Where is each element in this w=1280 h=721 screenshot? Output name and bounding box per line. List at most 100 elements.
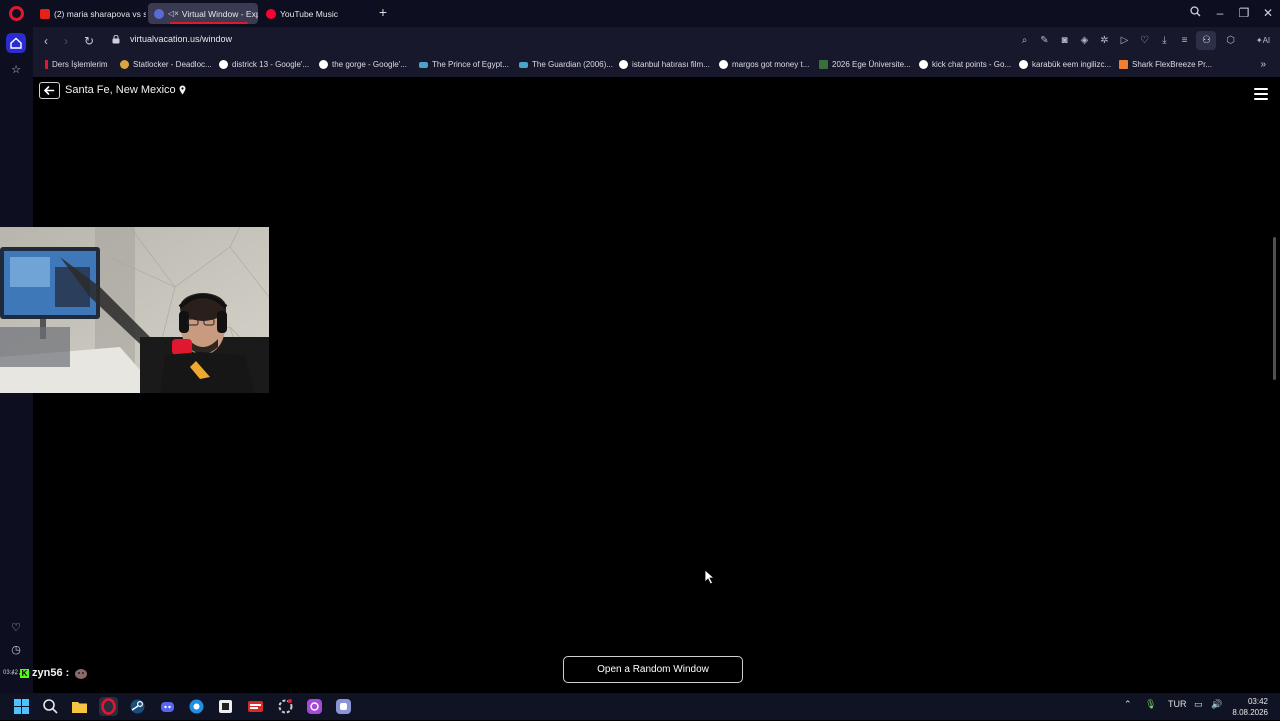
taskbar-search-icon[interactable] [41, 697, 60, 716]
chat-timestamp: 03:42 [3, 670, 19, 676]
reload-icon[interactable]: ↻ [80, 32, 98, 50]
google-favicon-icon [619, 60, 628, 69]
google-favicon-icon [719, 60, 728, 69]
system-clock[interactable]: 03:42 8.08.2026 [1232, 696, 1268, 718]
browser-app-icon[interactable] [187, 697, 206, 716]
bookmark-item[interactable]: Shark FlexBreeze Pr... [1119, 60, 1212, 69]
heart-outline-icon[interactable]: ♡ [1138, 34, 1151, 47]
settings-gear-app-icon[interactable] [276, 697, 295, 716]
clock-date: 8.08.2026 [1232, 708, 1268, 717]
keyboard-language[interactable]: TUR [1168, 699, 1187, 709]
tab-search-icon[interactable] [1185, 4, 1205, 22]
scrollbar-thumb[interactable] [1273, 237, 1276, 380]
close-icon[interactable]: ✕ [1258, 4, 1278, 22]
bookmark-favicon-icon [519, 61, 528, 68]
bookmark-item[interactable]: the gorge - Google'... [319, 60, 407, 69]
opera-taskbar-icon[interactable] [99, 697, 118, 716]
windows-start-icon[interactable] [12, 697, 31, 716]
location-title: Santa Fe, New Mexico [65, 84, 186, 96]
profile-icon[interactable]: ⚇ [1200, 34, 1213, 47]
back-arrow-icon[interactable]: ‹ [37, 32, 55, 50]
google-favicon-icon [319, 60, 328, 69]
edit-pencil-icon[interactable]: ✎ [1038, 34, 1051, 47]
clock-time: 03:42 [1247, 697, 1268, 706]
network-monitor-icon[interactable]: ▭ [1194, 699, 1203, 710]
camera-icon[interactable]: ◙ [1058, 34, 1071, 47]
bookmarks-bar: Ders İşlemlerim Statlocker - Deadloc... … [33, 54, 1280, 77]
url-field[interactable]: virtualvacation.us/window [130, 34, 232, 44]
tray-overflow-chevron-icon[interactable]: ⌃ [1124, 699, 1132, 710]
youtube-favicon-icon [40, 8, 50, 19]
mouse-cursor-icon [704, 569, 715, 585]
obs-app-icon[interactable] [216, 697, 235, 716]
streaming-app-icon[interactable] [305, 697, 324, 716]
extension-gear-icon[interactable]: ✲ [1098, 34, 1111, 47]
muted-speaker-icon[interactable]: ◁× [168, 9, 179, 18]
stream-chat-message: 03:42 K zyn56 : [3, 667, 88, 679]
microphone-icon[interactable]: 🎙 [1145, 699, 1156, 710]
tab-strip: (2) maria sharapova vs se ◁× Virtual Win… [0, 0, 1280, 27]
forward-arrow-icon[interactable]: › [57, 32, 75, 50]
cube-icon[interactable]: ⬡ [1224, 34, 1237, 47]
globe-favicon-icon [154, 8, 164, 19]
discord-icon[interactable] [158, 697, 177, 716]
minimize-icon[interactable]: – [1210, 4, 1230, 22]
recording-app-icon[interactable] [246, 697, 265, 716]
download-icon[interactable]: ⤓ [1158, 34, 1171, 47]
volume-speaker-icon[interactable]: 🔊 [1211, 699, 1222, 710]
scrollbar[interactable] [1272, 77, 1278, 693]
chat-username: zyn56 [32, 667, 63, 679]
tab-label: (2) maria sharapova vs se [54, 8, 146, 19]
bookmark-item[interactable]: Statlocker - Deadloc... [120, 60, 212, 69]
messaging-app-icon[interactable] [334, 697, 353, 716]
bookmark-item[interactable]: Ders İşlemlerim [45, 60, 108, 69]
tab-youtube-video[interactable]: (2) maria sharapova vs se [34, 3, 146, 24]
webcam-overlay [0, 227, 269, 393]
chat-emote-icon [75, 669, 88, 679]
aria-ai-icon[interactable]: ✦AI [1255, 34, 1271, 47]
open-random-window-button[interactable]: Open a Random Window [563, 656, 743, 683]
bookmark-favicon-icon [819, 60, 828, 69]
file-explorer-icon[interactable] [70, 697, 89, 716]
bookmark-item[interactable]: karabük eem ingilizc... [1019, 60, 1111, 69]
tab-label: Virtual Window - Exp [181, 8, 258, 19]
bookmark-item[interactable]: The Guardian (2006)... [519, 60, 613, 69]
bookmark-favicon-icon [45, 60, 48, 69]
google-favicon-icon [219, 60, 228, 69]
back-arrow-icon [43, 86, 55, 95]
webcam-feed-image [0, 227, 269, 393]
bookmark-item[interactable]: kick chat points - Go... [919, 60, 1011, 69]
maximize-icon[interactable]: ❐ [1234, 4, 1254, 22]
history-clock-icon[interactable]: ◷ [9, 643, 23, 657]
shield-check-icon[interactable]: ◈ [1078, 34, 1091, 47]
tab-virtual-window[interactable]: ◁× Virtual Window - Exp [148, 3, 258, 24]
steam-icon[interactable] [128, 697, 147, 716]
bookmark-item[interactable]: istanbul hatırası film... [619, 60, 710, 69]
play-icon[interactable]: ▷ [1118, 34, 1131, 47]
google-favicon-icon [1019, 60, 1028, 69]
bookmark-item[interactable]: margos got money t... [719, 60, 809, 69]
windows-taskbar: ⌃ 🎙 TUR ▭ 🔊 03:42 8.08.2026 [0, 693, 1280, 720]
tab-youtube-music[interactable]: YouTube Music [260, 3, 370, 24]
page-back-button[interactable] [39, 82, 60, 99]
menu-lines-icon[interactable]: ≡ [1178, 34, 1191, 47]
heart-icon[interactable]: ♡ [9, 621, 23, 635]
address-bar-row: ‹ › ↻ virtualvacation.us/window ⌕ ✎ ◙ ◈ … [33, 27, 1280, 54]
home-icon[interactable] [6, 33, 26, 53]
opera-logo-icon[interactable] [9, 6, 24, 21]
bookmarks-overflow-icon[interactable]: » [1260, 59, 1266, 70]
bookmark-item[interactable]: districk 13 - Google'... [219, 60, 309, 69]
location-label: Santa Fe, New Mexico [65, 84, 176, 96]
tab-active-indicator [170, 22, 248, 24]
search-icon[interactable]: ⌕ [1018, 34, 1031, 47]
new-tab-plus-icon[interactable]: + [376, 5, 390, 20]
lock-icon[interactable] [112, 35, 120, 44]
tab-label: YouTube Music [280, 8, 338, 19]
hamburger-menu-icon[interactable] [1254, 88, 1268, 100]
star-icon[interactable]: ☆ [9, 63, 23, 77]
bookmark-item[interactable]: 2026 Ege Üniversite... [819, 60, 911, 69]
chat-separator: : [65, 667, 70, 679]
kick-badge-icon: K [20, 668, 30, 678]
bookmark-favicon-icon [419, 61, 428, 68]
bookmark-item[interactable]: The Prince of Egypt... [419, 60, 509, 69]
